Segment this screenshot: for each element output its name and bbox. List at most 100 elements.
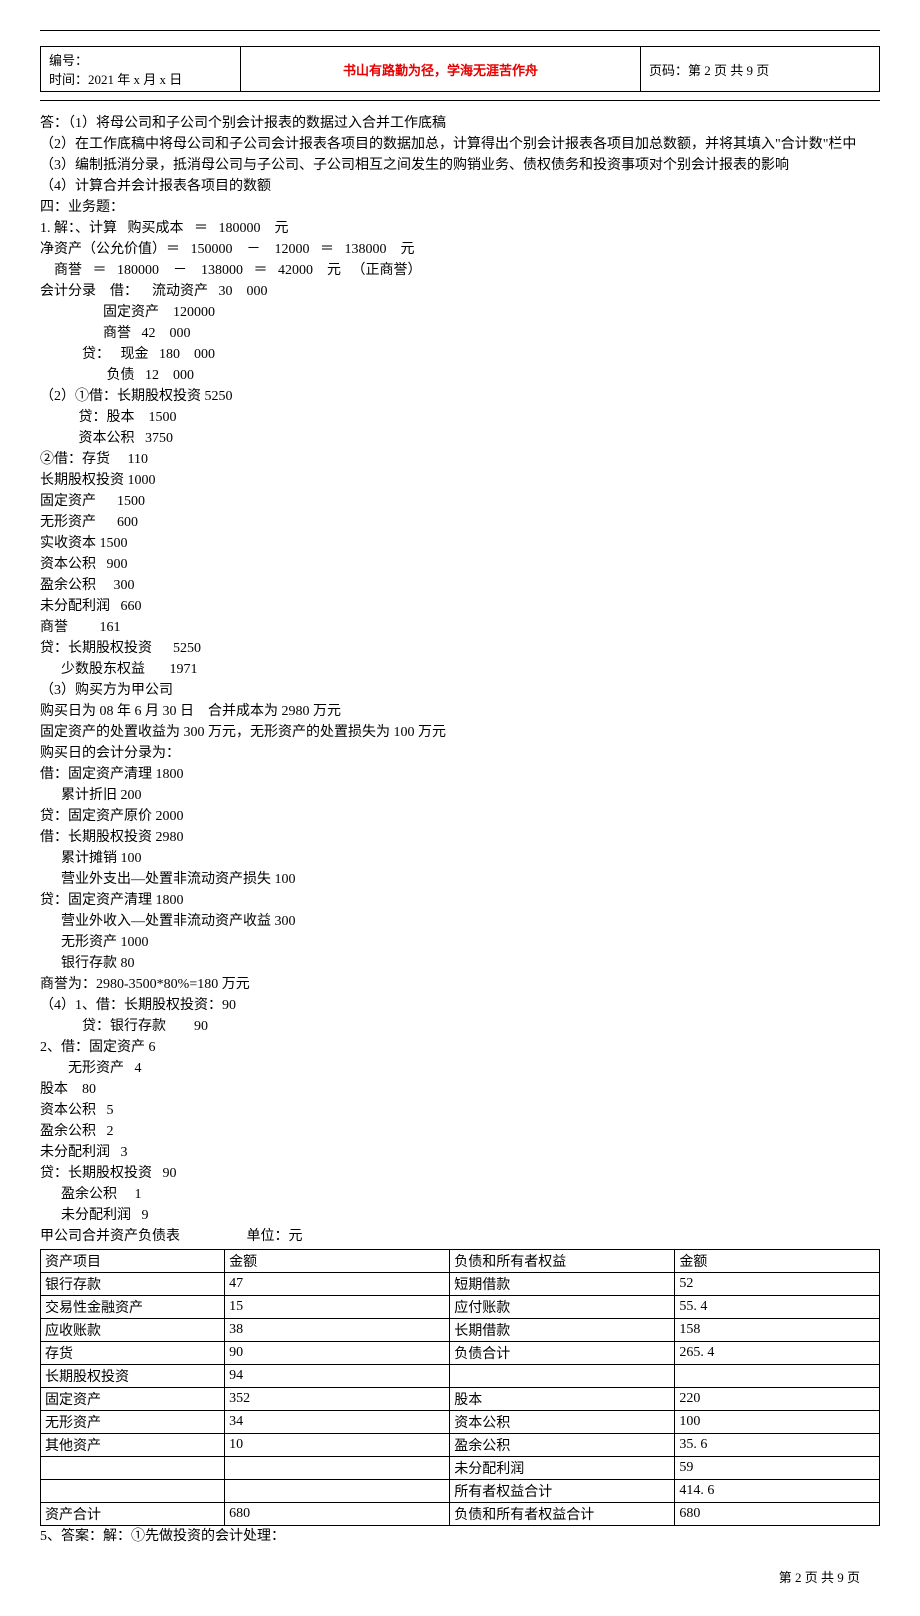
body-line: 无形资产 1000 (40, 932, 880, 953)
header-table: 编号： 时间：2021 年 x 月 x 日 书山有路勤为径，学海无涯苦作舟 页码… (40, 46, 880, 92)
body-line: 净资产（公允价值）＝ 150000 － 12000 ＝ 138000 元 (40, 239, 880, 260)
table-cell: 负债和所有者权益 (450, 1250, 675, 1273)
table-cell: 34 (225, 1411, 450, 1434)
table-row: 应收账款38长期借款158 (41, 1319, 880, 1342)
table-row: 交易性金融资产15应付账款55. 4 (41, 1296, 880, 1319)
body-line: 贷：长期股权投资 5250 (40, 638, 880, 659)
table-row: 未分配利润59 (41, 1457, 880, 1480)
body-line: 营业外收入—处置非流动资产收益 300 (40, 911, 880, 932)
table-cell: 352 (225, 1388, 450, 1411)
table-row: 其他资产10盈余公积35. 6 (41, 1434, 880, 1457)
after-table-line: 5、答案：解：①先做投资的会计处理： (40, 1526, 880, 1547)
table-row: 所有者权益合计414. 6 (41, 1480, 880, 1503)
body-line: 购买日的会计分录为： (40, 743, 880, 764)
time-label: 时间：2021 年 x 月 x 日 (49, 69, 232, 88)
body-line: 实收资本 1500 (40, 533, 880, 554)
footer-page: 第 2 页 共 9 页 (779, 1570, 860, 1585)
top-rule (40, 30, 880, 31)
body-line: 2、借：固定资产 6 (40, 1037, 880, 1058)
body-line: 商誉 161 (40, 617, 880, 638)
table-cell: 35. 6 (675, 1434, 880, 1457)
body-line: 购买日为 08 年 6 月 30 日 合并成本为 2980 万元 (40, 701, 880, 722)
table-cell: 55. 4 (675, 1296, 880, 1319)
body-line: 贷：银行存款 90 (40, 1016, 880, 1037)
body-line: 营业外支出—处置非流动资产损失 100 (40, 869, 880, 890)
table-row: 无形资产34资本公积100 (41, 1411, 880, 1434)
body-line: 贷：股本 1500 (40, 407, 880, 428)
table-cell (450, 1365, 675, 1388)
body-line: 贷：固定资产清理 1800 (40, 890, 880, 911)
body-line: 固定资产的处置收益为 300 万元，无形资产的处置损失为 100 万元 (40, 722, 880, 743)
body-line: 借：长期股权投资 2980 (40, 827, 880, 848)
body-line: 贷： 现金 180 000 (40, 344, 880, 365)
header-right-cell: 页码：第 2 页 共 9 页 (641, 47, 880, 92)
table-cell: 金额 (225, 1250, 450, 1273)
table-cell: 59 (675, 1457, 880, 1480)
body-line: ②借：存货 110 (40, 449, 880, 470)
header-left-cell: 编号： 时间：2021 年 x 月 x 日 (41, 47, 241, 92)
table-cell (225, 1480, 450, 1503)
body-line: 银行存款 80 (40, 953, 880, 974)
table-cell: 固定资产 (41, 1388, 225, 1411)
body-line: 未分配利润 3 (40, 1142, 880, 1163)
body-line: 未分配利润 9 (40, 1205, 880, 1226)
table-cell: 短期借款 (450, 1273, 675, 1296)
table-cell: 负债和所有者权益合计 (450, 1503, 675, 1526)
document-page: 编号： 时间：2021 年 x 月 x 日 书山有路勤为径，学海无涯苦作舟 页码… (0, 0, 920, 1616)
mid-rule (40, 100, 880, 101)
table-cell: 负债合计 (450, 1342, 675, 1365)
table-cell: 未分配利润 (450, 1457, 675, 1480)
table-cell: 680 (225, 1503, 450, 1526)
table-cell: 94 (225, 1365, 450, 1388)
table-row: 存货90负债合计265. 4 (41, 1342, 880, 1365)
table-cell (41, 1480, 225, 1503)
table-cell (225, 1457, 450, 1480)
body-line: 负债 12 000 (40, 365, 880, 386)
body-line: 盈余公积 300 (40, 575, 880, 596)
body-line: 会计分录 借： 流动资产 30 000 (40, 281, 880, 302)
table-cell: 38 (225, 1319, 450, 1342)
header-page-label: 页码：第 2 页 共 9 页 (649, 63, 769, 78)
table-cell: 存货 (41, 1342, 225, 1365)
body-line: （3）购买方为甲公司 (40, 680, 880, 701)
serial-label: 编号： (49, 50, 232, 69)
body-line: 四：业务题： (40, 197, 880, 218)
table-cell: 长期股权投资 (41, 1365, 225, 1388)
table-cell: 所有者权益合计 (450, 1480, 675, 1503)
body-line: 固定资产 120000 (40, 302, 880, 323)
body-line: 股本 80 (40, 1079, 880, 1100)
table-cell: 资本公积 (450, 1411, 675, 1434)
body-line: 累计折旧 200 (40, 785, 880, 806)
table-cell: 52 (675, 1273, 880, 1296)
page-footer: 第 2 页 共 9 页 (40, 1567, 880, 1586)
table-cell: 股本 (450, 1388, 675, 1411)
table-cell: 银行存款 (41, 1273, 225, 1296)
body-line: 未分配利润 660 (40, 596, 880, 617)
header-center-cell: 书山有路勤为径，学海无涯苦作舟 (241, 47, 641, 92)
body-line: （2）在工作底稿中将母公司和子公司会计报表各项目的数据加总，计算得出个别会计报表… (40, 134, 880, 155)
table-cell: 应付账款 (450, 1296, 675, 1319)
body-line: 固定资产 1500 (40, 491, 880, 512)
table-cell: 220 (675, 1388, 880, 1411)
table-cell: 15 (225, 1296, 450, 1319)
table-cell: 资产合计 (41, 1503, 225, 1526)
body-line: 无形资产 600 (40, 512, 880, 533)
body-line: （4）1、借：长期股权投资：90 (40, 995, 880, 1016)
table-cell: 265. 4 (675, 1342, 880, 1365)
body-line: 商誉 42 000 (40, 323, 880, 344)
table-row: 固定资产352股本220 (41, 1388, 880, 1411)
body-line: 盈余公积 1 (40, 1184, 880, 1205)
table-cell (41, 1457, 225, 1480)
body-line: 甲公司合并资产负债表 单位：元 (40, 1226, 880, 1247)
body-line: 答：（1）将母公司和子公司个别会计报表的数据过入合并工作底稿 (40, 113, 880, 134)
body-line: 借：固定资产清理 1800 (40, 764, 880, 785)
after-table-content: 5、答案：解：①先做投资的会计处理： (40, 1526, 880, 1547)
table-row: 银行存款47短期借款52 (41, 1273, 880, 1296)
table-cell: 金额 (675, 1250, 880, 1273)
body-line: 累计摊销 100 (40, 848, 880, 869)
body-line: 1. 解：、计算 购买成本 ＝ 180000 元 (40, 218, 880, 239)
body-line: （3）编制抵消分录，抵消母公司与子公司、子公司相互之间发生的购销业务、债权债务和… (40, 155, 880, 176)
table-cell: 100 (675, 1411, 880, 1434)
body-line: 盈余公积 2 (40, 1121, 880, 1142)
table-row: 资产合计680负债和所有者权益合计680 (41, 1503, 880, 1526)
